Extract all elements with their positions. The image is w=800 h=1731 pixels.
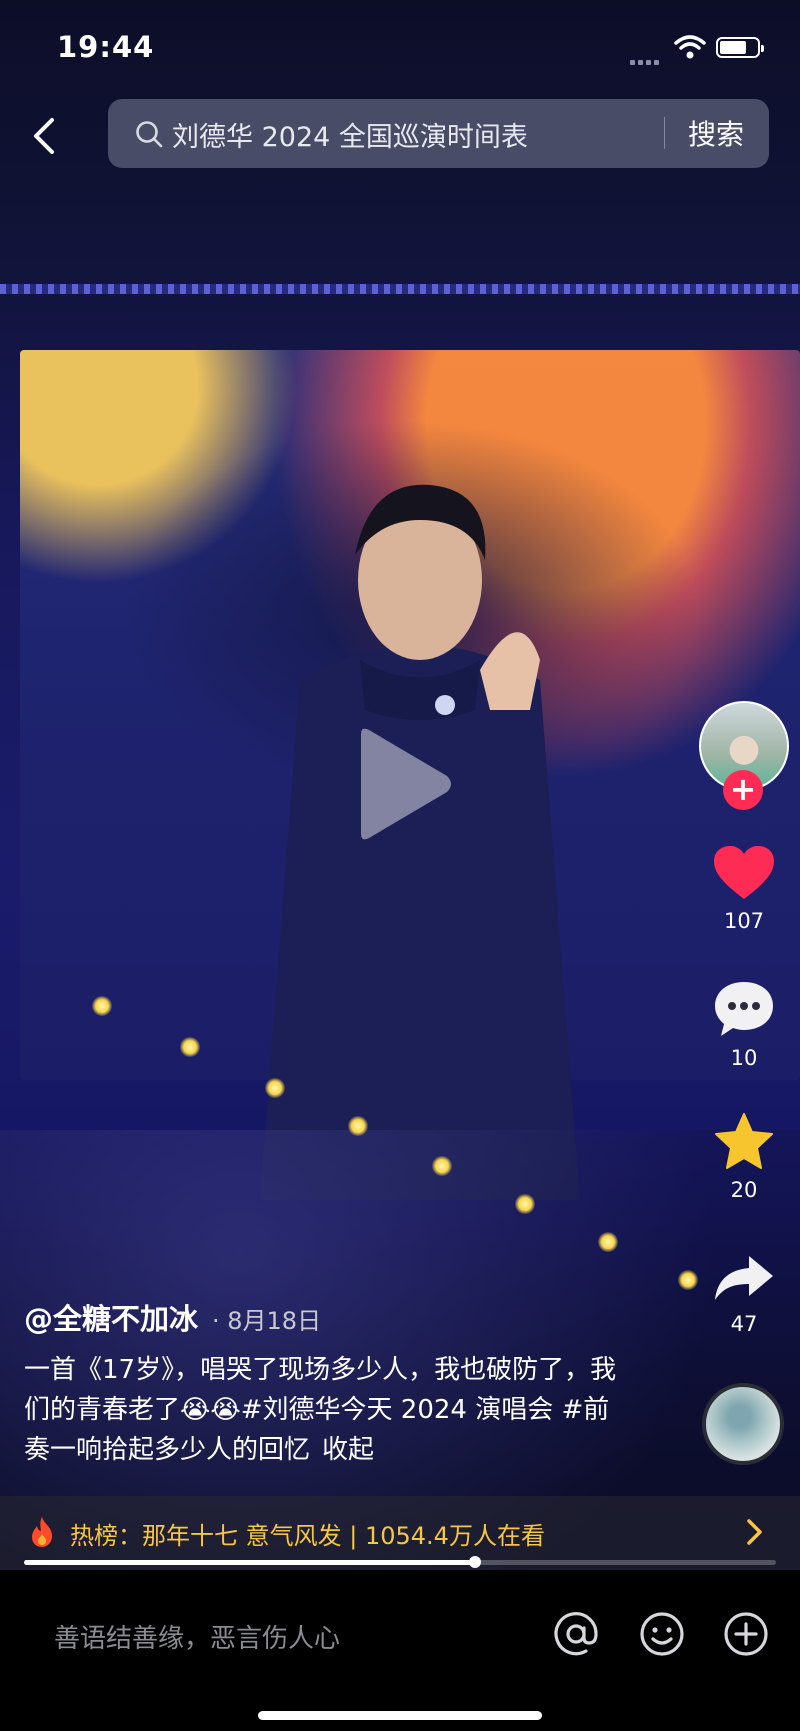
video-description: 一首《17岁》，唱哭了现场多少人，我也破防了，我们的青春老了😭😭#刘德华今天 2… bbox=[24, 1350, 624, 1470]
heart-icon bbox=[714, 846, 774, 899]
description-text: 一首《17岁》，唱哭了现场多少人，我也破防了，我们的青春老了😭😭#刘德华今天 2… bbox=[24, 1355, 617, 1465]
stage-led-strip bbox=[0, 284, 800, 294]
search-bar[interactable]: 刘德华 2024 全国巡演时间表 搜索 bbox=[108, 99, 769, 168]
chevron-right-icon[interactable] bbox=[744, 1517, 766, 1547]
collapse-link[interactable]: 收起 bbox=[322, 1435, 374, 1465]
comment-icon bbox=[715, 982, 773, 1036]
favorite-count: 20 bbox=[730, 1178, 758, 1202]
like-button[interactable]: 107 bbox=[700, 845, 788, 933]
comment-bar: 善语结善缘，恶言伤人心 bbox=[0, 1570, 800, 1731]
star-icon bbox=[715, 1113, 773, 1169]
favorite-button[interactable]: 20 bbox=[700, 1112, 788, 1202]
cellular-signal-icon bbox=[630, 50, 666, 65]
post-date: · 8月18日 bbox=[212, 1307, 322, 1335]
music-disc[interactable] bbox=[702, 1383, 784, 1465]
battery-icon bbox=[716, 37, 764, 58]
share-button[interactable]: 47 bbox=[700, 1254, 788, 1336]
share-icon bbox=[715, 1256, 773, 1300]
emoji-icon[interactable] bbox=[638, 1610, 686, 1658]
plus-circle-icon[interactable] bbox=[722, 1610, 770, 1658]
play-icon[interactable] bbox=[347, 724, 457, 844]
search-button[interactable]: 搜索 bbox=[688, 113, 744, 153]
search-icon bbox=[136, 121, 163, 148]
status-bar: 19:44 bbox=[0, 0, 800, 90]
fire-icon bbox=[32, 1517, 52, 1547]
like-count: 107 bbox=[723, 909, 765, 933]
search-input[interactable]: 刘德华 2024 全国巡演时间表 bbox=[172, 115, 528, 154]
author-avatar[interactable]: + bbox=[699, 701, 789, 810]
wifi-icon bbox=[674, 35, 706, 59]
hot-list-text: 热榜：那年十七 意气风发 | 1054.4万人在看 bbox=[70, 1522, 545, 1550]
comment-count: 10 bbox=[730, 1046, 758, 1070]
follow-plus-icon[interactable]: + bbox=[723, 770, 763, 810]
comment-button[interactable]: 10 bbox=[700, 980, 788, 1070]
author-line: @全糖不加冰 · 8月18日 bbox=[24, 1296, 321, 1338]
hot-list-bar[interactable]: 热榜：那年十七 意气风发 | 1054.4万人在看 bbox=[0, 1496, 800, 1570]
progress-fill bbox=[24, 1560, 476, 1565]
author-name[interactable]: @全糖不加冰 bbox=[24, 1302, 198, 1336]
comment-input[interactable]: 善语结善缘，恶言伤人心 bbox=[54, 1618, 340, 1655]
video-progress-bar[interactable] bbox=[24, 1556, 776, 1568]
share-count: 47 bbox=[730, 1312, 758, 1336]
home-indicator bbox=[258, 1711, 542, 1720]
video-frame[interactable] bbox=[0, 0, 800, 1731]
at-icon[interactable] bbox=[552, 1610, 600, 1658]
back-arrow-icon[interactable] bbox=[28, 114, 64, 158]
status-time: 19:44 bbox=[57, 30, 155, 64]
